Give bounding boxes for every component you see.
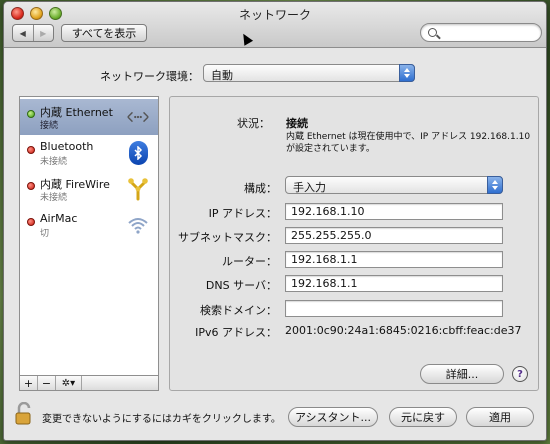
dns-server-label: DNS サーバ： — [205, 279, 277, 292]
show-all-button[interactable]: すべてを表示 — [61, 24, 147, 42]
service-list: 内蔵 Ethernet 接続 Bluetooth 未接続 内蔵 FireWire… — [19, 96, 159, 391]
service-status: 未接続 — [40, 193, 68, 203]
status-label: 状況： — [237, 117, 270, 130]
search-domain-field[interactable] — [285, 300, 503, 317]
window-title: ネットワーク — [238, 8, 311, 22]
title-bar: ネットワーク ◀ ▶ すべてを表示 — [4, 2, 546, 48]
back-arrow-icon[interactable]: ◀ — [13, 25, 33, 41]
add-service-button[interactable]: + — [20, 376, 38, 390]
bluetooth-icon — [126, 141, 150, 165]
network-preferences-window: ネットワーク ◀ ▶ すべてを表示 ネットワーク環境： 自動 内蔵 Ethern… — [3, 1, 547, 441]
location-label: ネットワーク環境： — [100, 70, 199, 83]
service-item-airmac[interactable]: AirMac 切 — [20, 207, 158, 243]
subnet-mask-field[interactable]: 255.255.255.0 — [285, 227, 503, 244]
router-label: ルーター： — [222, 255, 277, 268]
forward-arrow-icon[interactable]: ▶ — [32, 25, 54, 41]
service-item-firewire[interactable]: 内蔵 FireWire 未接続 — [20, 171, 158, 207]
gear-menu-button[interactable]: ✲▾ — [56, 376, 82, 390]
configure-value: 手入力 — [293, 181, 326, 194]
search-icon — [428, 28, 437, 37]
select-arrows-icon — [399, 64, 415, 82]
status-indicator — [27, 146, 35, 154]
service-status: 接続 — [40, 121, 59, 131]
service-status: 未接続 — [40, 157, 68, 167]
ipv6-address-value: 2001:0c90:24a1:6845:0216:cbff:feac:de37 — [285, 324, 522, 337]
apply-button[interactable]: 適用 — [466, 407, 534, 427]
search-domain-label: 検索ドメイン： — [200, 304, 277, 317]
status-description: 内蔵 Ethernet は現在使用中で、IP アドレス 192.168.1.10… — [286, 132, 531, 154]
remove-service-button[interactable]: − — [38, 376, 56, 390]
revert-button[interactable]: 元に戻す — [389, 407, 457, 427]
subnet-mask-label: サブネットマスク： — [178, 231, 277, 244]
service-item-ethernet[interactable]: 内蔵 Ethernet 接続 — [20, 99, 158, 135]
status-indicator — [27, 218, 35, 226]
select-arrows-icon — [487, 176, 503, 194]
search-field[interactable] — [420, 23, 542, 42]
ip-address-label: IP アドレス： — [208, 207, 277, 220]
service-name: Bluetooth — [40, 140, 94, 153]
firewire-icon — [126, 177, 150, 201]
service-detail-panel: 状況： 接続 内蔵 Ethernet は現在使用中で、IP アドレス 192.1… — [169, 96, 539, 391]
service-name: AirMac — [40, 212, 78, 225]
lock-icon[interactable] — [14, 401, 34, 426]
status-value: 接続 — [286, 117, 308, 130]
back-forward-control[interactable]: ◀ ▶ — [12, 24, 54, 42]
service-status: 切 — [40, 229, 50, 239]
advanced-button[interactable]: 詳細... — [420, 364, 504, 384]
status-indicator — [27, 182, 35, 190]
ethernet-icon — [126, 105, 150, 129]
ip-address-field[interactable]: 192.168.1.10 — [285, 203, 503, 220]
configure-select[interactable]: 手入力 — [285, 176, 503, 194]
assistant-button[interactable]: アシスタント... — [288, 407, 378, 427]
ipv6-address-label: IPv6 アドレス： — [195, 326, 277, 339]
wifi-icon — [126, 213, 150, 237]
service-list-toolbar: + − ✲▾ — [19, 375, 159, 391]
dns-server-field[interactable]: 192.168.1.1 — [285, 275, 503, 292]
location-value: 自動 — [211, 69, 233, 82]
location-select[interactable]: 自動 — [203, 64, 415, 82]
router-field[interactable]: 192.168.1.1 — [285, 251, 503, 268]
service-item-bluetooth[interactable]: Bluetooth 未接続 — [20, 135, 158, 171]
help-button[interactable]: ? — [512, 366, 528, 382]
configure-label: 構成： — [244, 182, 277, 195]
status-indicator — [27, 110, 35, 118]
lock-hint-text: 変更できないようにするにはカギをクリックします。 — [42, 414, 281, 425]
